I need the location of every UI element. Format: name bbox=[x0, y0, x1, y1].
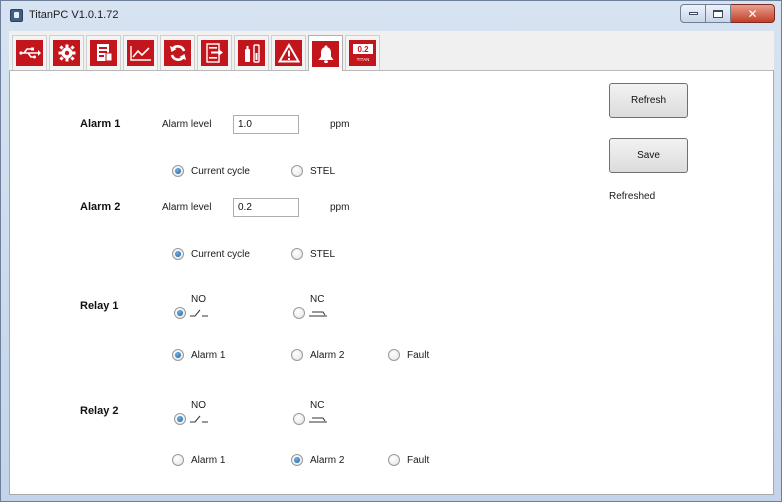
tab-calibration[interactable] bbox=[234, 35, 269, 70]
radio-unselected-icon bbox=[293, 413, 305, 425]
maximize-button[interactable] bbox=[706, 4, 731, 23]
radio-unselected-icon bbox=[291, 165, 303, 177]
document-icon bbox=[90, 40, 117, 66]
alarm1-unit: ppm bbox=[330, 119, 350, 130]
relay2-nc-radio[interactable]: NC bbox=[293, 400, 343, 430]
warning-triangle-icon bbox=[275, 40, 302, 66]
titan-display-caption: TITAN bbox=[356, 57, 369, 62]
toolbar: 0.2 TITAN bbox=[9, 31, 774, 71]
tab-usb[interactable] bbox=[12, 35, 47, 70]
alarm2-current-cycle-radio[interactable]: Current cycle bbox=[172, 248, 250, 260]
window-title: TitanPC V1.0.1.72 bbox=[29, 9, 119, 21]
relay2-alarm2-radio[interactable]: Alarm 2 bbox=[291, 454, 344, 466]
alarm2-title: Alarm 2 bbox=[80, 201, 121, 213]
alarm1-stel-label: STEL bbox=[310, 165, 336, 177]
relay1-alarm1-radio[interactable]: Alarm 1 bbox=[172, 349, 225, 361]
radio-unselected-icon bbox=[172, 454, 184, 466]
relay1-no-label: NO bbox=[191, 294, 206, 305]
tab-alarms[interactable] bbox=[308, 35, 343, 71]
radio-selected-icon bbox=[174, 413, 186, 425]
alarm1-level-input[interactable] bbox=[233, 115, 299, 134]
gear-icon bbox=[53, 40, 80, 66]
normally-open-contact-icon bbox=[190, 309, 208, 317]
tab-settings[interactable] bbox=[49, 35, 84, 70]
relay2-nc-label: NC bbox=[310, 400, 325, 411]
save-button[interactable]: Save bbox=[609, 138, 688, 173]
export-list-icon bbox=[201, 40, 228, 66]
relay1-fault-label: Fault bbox=[407, 349, 430, 361]
alarm1-current-cycle-label: Current cycle bbox=[191, 165, 250, 177]
relay2-no-radio[interactable]: NO bbox=[174, 400, 224, 430]
relay1-nc-radio[interactable]: NC bbox=[293, 294, 343, 324]
normally-closed-contact-icon bbox=[309, 311, 327, 317]
alarm2-stel-label: STEL bbox=[310, 248, 336, 260]
radio-unselected-icon bbox=[388, 349, 400, 361]
alarm2-stel-radio[interactable]: STEL bbox=[291, 248, 335, 260]
minimize-button[interactable] bbox=[680, 4, 706, 23]
radio-selected-icon bbox=[172, 165, 184, 177]
refresh-icon bbox=[164, 40, 191, 66]
relay2-title: Relay 2 bbox=[80, 405, 119, 417]
relay1-title: Relay 1 bbox=[80, 300, 119, 312]
window-controls: ✕ bbox=[680, 4, 775, 23]
normally-open-contact-icon bbox=[190, 415, 208, 423]
alarm2-unit: ppm bbox=[330, 202, 350, 213]
radio-unselected-icon bbox=[293, 307, 305, 319]
normally-closed-contact-icon bbox=[309, 417, 327, 423]
relay2-fault-label: Fault bbox=[407, 454, 430, 466]
relay1-alarm2-radio[interactable]: Alarm 2 bbox=[291, 349, 344, 361]
alarm2-level-input[interactable] bbox=[233, 198, 299, 217]
relay1-nc-label: NC bbox=[310, 294, 325, 305]
usb-icon bbox=[16, 40, 43, 66]
radio-selected-icon bbox=[174, 307, 186, 319]
relay2-alarm1-radio[interactable]: Alarm 1 bbox=[172, 454, 225, 466]
title-bar[interactable]: TitanPC V1.0.1.72 ✕ bbox=[1, 1, 781, 31]
radio-selected-icon bbox=[172, 349, 184, 361]
app-window: TitanPC V1.0.1.72 ✕ 0.2 TITAN Alarm 1 Al… bbox=[0, 0, 782, 502]
radio-selected-icon bbox=[291, 454, 303, 466]
titan-display-icon: 0.2 TITAN bbox=[349, 40, 376, 66]
alarm2-current-cycle-label: Current cycle bbox=[191, 248, 250, 260]
tab-titan-display[interactable]: 0.2 TITAN bbox=[345, 35, 380, 70]
radio-unselected-icon bbox=[291, 248, 303, 260]
relay1-fault-radio[interactable]: Fault bbox=[388, 349, 429, 361]
tab-sync[interactable] bbox=[160, 35, 195, 70]
alarm1-stel-radio[interactable]: STEL bbox=[291, 165, 335, 177]
line-graph-icon bbox=[127, 40, 154, 66]
relay2-alarm2-label: Alarm 2 bbox=[310, 454, 345, 466]
tab-graph[interactable] bbox=[123, 35, 158, 70]
bell-icon bbox=[312, 40, 339, 67]
tab-export[interactable] bbox=[197, 35, 232, 70]
titan-display-value: 0.2 bbox=[357, 45, 369, 54]
tab-data[interactable] bbox=[86, 35, 121, 70]
minimize-icon bbox=[688, 12, 698, 15]
alarm1-title: Alarm 1 bbox=[80, 118, 121, 130]
tab-warnings[interactable] bbox=[271, 35, 306, 70]
relay2-alarm1-label: Alarm 1 bbox=[191, 454, 226, 466]
relay1-no-radio[interactable]: NO bbox=[174, 294, 224, 324]
radio-unselected-icon bbox=[291, 349, 303, 361]
app-icon bbox=[10, 9, 23, 22]
radio-selected-icon bbox=[172, 248, 184, 260]
refresh-button[interactable]: Refresh bbox=[609, 83, 688, 118]
tab-strip: 0.2 TITAN bbox=[12, 35, 382, 71]
close-button[interactable]: ✕ bbox=[731, 4, 775, 23]
radio-unselected-icon bbox=[388, 454, 400, 466]
maximize-icon bbox=[713, 9, 723, 18]
relay2-no-label: NO bbox=[191, 400, 206, 411]
alarm-settings-panel: Alarm 1 Alarm level ppm Current cycle ST… bbox=[9, 71, 774, 495]
relay1-alarm2-label: Alarm 2 bbox=[310, 349, 345, 361]
calibration-cylinder-icon bbox=[238, 40, 265, 66]
relay2-fault-radio[interactable]: Fault bbox=[388, 454, 429, 466]
close-icon: ✕ bbox=[747, 6, 758, 21]
alarm2-level-label: Alarm level bbox=[162, 202, 212, 213]
alarm1-current-cycle-radio[interactable]: Current cycle bbox=[172, 165, 250, 177]
alarm1-level-label: Alarm level bbox=[162, 119, 212, 130]
status-text: Refreshed bbox=[609, 191, 656, 202]
relay1-alarm1-label: Alarm 1 bbox=[191, 349, 226, 361]
